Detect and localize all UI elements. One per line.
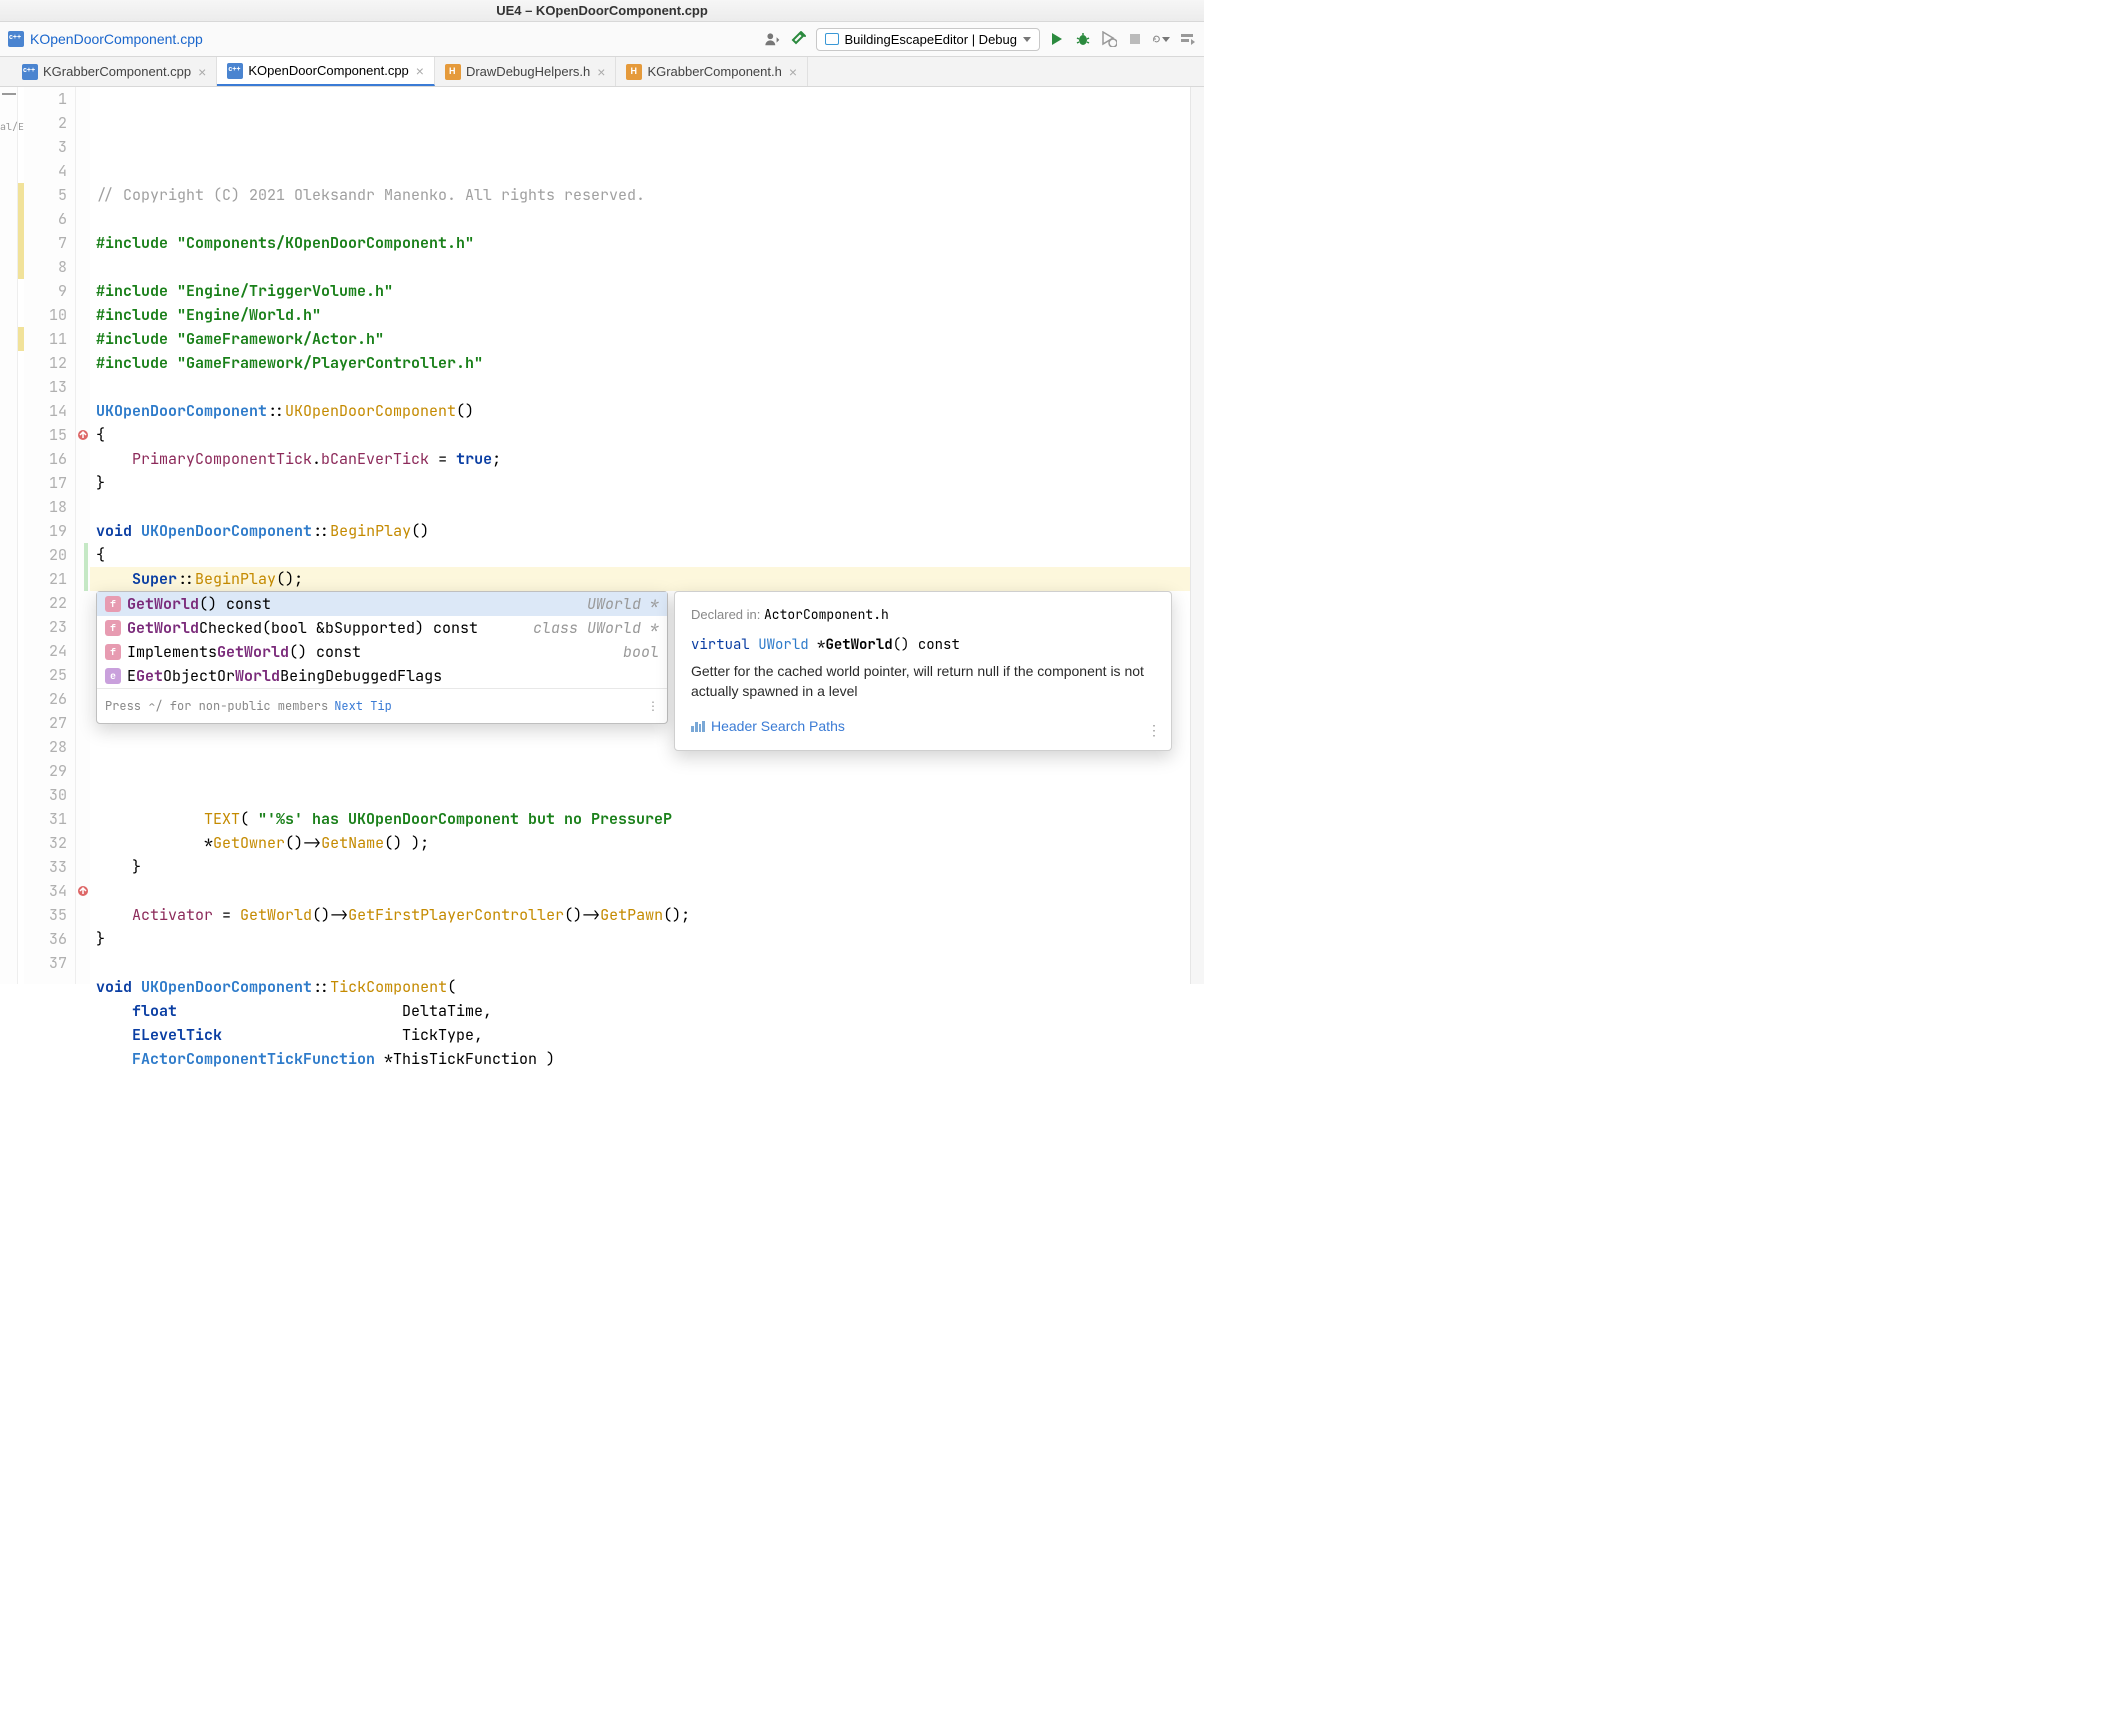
code-editor[interactable]: al/E 12345678910111213141516171819202122… — [0, 87, 1204, 984]
line-number-gutter: 1234567891011121314151617181920212223242… — [24, 87, 76, 984]
chevron-down-icon — [1023, 37, 1031, 42]
code-line[interactable] — [96, 207, 1204, 231]
code-line[interactable]: Super::BeginPlay(); — [96, 567, 1204, 591]
code-line[interactable]: ELevelTick TickType, — [96, 1023, 1204, 1047]
debug-icon[interactable] — [1074, 30, 1092, 48]
gutter-markers — [76, 87, 90, 984]
left-gutter-label: al/E — [0, 115, 17, 139]
completion-label: GetWorldChecked(bool &bSupported) const — [127, 616, 527, 640]
completion-label: GetWorld() const — [127, 592, 581, 616]
close-icon[interactable]: × — [198, 64, 206, 80]
code-line[interactable]: } — [96, 855, 1204, 879]
close-icon[interactable]: × — [416, 63, 424, 79]
file-icon — [8, 31, 24, 47]
more-icon[interactable]: ⋮ — [1147, 720, 1161, 740]
code-line[interactable]: } — [96, 471, 1204, 495]
editor-tab[interactable]: KOpenDoorComponent.cpp × — [217, 57, 435, 86]
code-line[interactable] — [96, 879, 1204, 903]
autocomplete-item[interactable]: f ImplementsGetWorld() constbool — [97, 640, 667, 664]
code-line[interactable]: #include "GameFramework/Actor.h" — [96, 327, 1204, 351]
code-line[interactable]: // Copyright (C) 2021 Oleksandr Manenko.… — [96, 183, 1204, 207]
completion-return-type: class UWorld * — [533, 616, 659, 640]
code-line[interactable]: void UKOpenDoorComponent::BeginPlay() — [96, 519, 1204, 543]
editor-tab[interactable]: KGrabberComponent.cpp × — [12, 57, 217, 86]
cpp-file-icon — [227, 63, 243, 79]
close-icon[interactable]: × — [789, 64, 797, 80]
code-line[interactable] — [96, 495, 1204, 519]
autocomplete-item[interactable]: f GetWorldChecked(bool &bSupported) const… — [97, 616, 667, 640]
completion-return-type: bool — [623, 640, 659, 664]
tab-label: KOpenDoorComponent.cpp — [248, 63, 408, 78]
code-line[interactable]: { — [96, 543, 1204, 567]
h-file-icon — [445, 64, 461, 80]
editor-tab[interactable]: DrawDebugHelpers.h × — [435, 57, 616, 86]
code-line[interactable]: #include "GameFramework/PlayerController… — [96, 351, 1204, 375]
autocomplete-hint: Press ⌃/ for non-public members — [105, 694, 328, 718]
breadcrumb-path[interactable]: KOpenDoorComponent.cpp — [30, 31, 203, 47]
doc-declared-in: Declared in: ActorComponent.h — [691, 606, 1155, 625]
tab-label: DrawDebugHelpers.h — [466, 64, 590, 79]
close-icon[interactable]: × — [597, 64, 605, 80]
autocomplete-next-tip[interactable]: Next Tip — [334, 694, 392, 718]
run-config-label: BuildingEscapeEditor | Debug — [845, 32, 1018, 47]
code-line[interactable]: } — [96, 927, 1204, 951]
code-line[interactable] — [96, 759, 1204, 783]
code-line[interactable] — [96, 375, 1204, 399]
run-icon[interactable] — [1048, 30, 1066, 48]
code-line[interactable]: FActorComponentTickFunction *ThisTickFun… — [96, 1047, 1204, 1071]
code-line[interactable]: TEXT( "'%s' has UKOpenDoorComponent but … — [96, 807, 1204, 831]
autocomplete-item[interactable]: e EGetObjectOrWorldBeingDebuggedFlags — [97, 664, 667, 688]
left-gutter: al/E — [0, 87, 18, 984]
code-line[interactable]: UKOpenDoorComponent::UKOpenDoorComponent… — [96, 399, 1204, 423]
code-area[interactable]: // Copyright (C) 2021 Oleksandr Manenko.… — [90, 87, 1204, 984]
doc-header-search-link[interactable]: Header Search Paths — [691, 716, 1155, 736]
bars-icon — [691, 720, 705, 732]
code-line[interactable]: PrimaryComponentTick.bCanEverTick = true… — [96, 447, 1204, 471]
coverage-icon[interactable] — [1100, 30, 1118, 48]
search-everywhere-icon[interactable] — [1178, 30, 1196, 48]
code-line[interactable] — [96, 783, 1204, 807]
cpp-file-icon — [22, 64, 38, 80]
completion-label: ImplementsGetWorld() const — [127, 640, 617, 664]
autocomplete-footer: Press ⌃/ for non-public members Next Tip… — [97, 688, 667, 723]
editor-tab[interactable]: KGrabberComponent.h × — [616, 57, 808, 86]
editor-tab-bar: KGrabberComponent.cpp×KOpenDoorComponent… — [0, 57, 1204, 87]
doc-signature: virtual UWorld *GetWorld() const — [691, 635, 1155, 655]
completion-kind-icon: e — [105, 668, 121, 684]
build-icon[interactable] — [790, 30, 808, 48]
h-file-icon — [626, 64, 642, 80]
doc-description: Getter for the cached world pointer, wil… — [691, 661, 1155, 702]
code-line[interactable]: *GetOwner()->GetName() ); — [96, 831, 1204, 855]
completion-kind-icon: f — [105, 620, 121, 636]
autocomplete-popup[interactable]: f GetWorld() constUWorld * f GetWorldChecke… — [96, 591, 668, 724]
quick-doc-popup: Declared in: ActorComponent.h virtual UW… — [674, 591, 1172, 751]
completion-label: EGetObjectOrWorldBeingDebuggedFlags — [127, 664, 653, 688]
code-line[interactable]: float DeltaTime, — [96, 999, 1204, 1023]
window-title: UE4 – KOpenDoorComponent.cpp — [496, 3, 708, 18]
code-line[interactable]: #include "Engine/World.h" — [96, 303, 1204, 327]
window-titlebar: UE4 – KOpenDoorComponent.cpp — [0, 0, 1204, 22]
code-line[interactable] — [96, 951, 1204, 975]
tab-label: KGrabberComponent.h — [647, 64, 781, 79]
run-config-selector[interactable]: BuildingEscapeEditor | Debug — [816, 28, 1041, 51]
monitor-icon — [825, 33, 839, 45]
code-line[interactable]: Activator = GetWorld()->GetFirstPlayerCo… — [96, 903, 1204, 927]
code-line[interactable]: #include "Engine/TriggerVolume.h" — [96, 279, 1204, 303]
more-icon[interactable]: ⋮ — [647, 694, 659, 718]
tab-label: KGrabberComponent.cpp — [43, 64, 191, 79]
refresh-icon[interactable] — [1152, 30, 1170, 48]
completion-kind-icon: f — [105, 644, 121, 660]
code-line[interactable]: { — [96, 423, 1204, 447]
navigation-bar: KOpenDoorComponent.cpp BuildingEscapeEdi… — [0, 22, 1204, 57]
completion-kind-icon: f — [105, 596, 121, 612]
code-line[interactable]: void UKOpenDoorComponent::TickComponent( — [96, 975, 1204, 999]
code-line[interactable] — [96, 255, 1204, 279]
user-menu-icon[interactable] — [764, 30, 782, 48]
code-line[interactable]: #include "Components/KOpenDoorComponent.… — [96, 231, 1204, 255]
editor-scrollbar[interactable] — [1190, 87, 1204, 984]
stop-icon[interactable] — [1126, 30, 1144, 48]
completion-return-type: UWorld * — [587, 592, 659, 616]
autocomplete-item[interactable]: f GetWorld() constUWorld * — [97, 592, 667, 616]
